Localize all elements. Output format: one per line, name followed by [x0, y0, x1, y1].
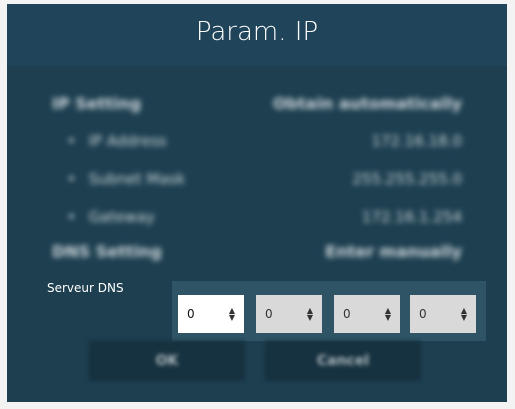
- ip-setting-label: IP Setting: [52, 93, 142, 113]
- dns-server-label: Serveur DNS: [47, 281, 124, 295]
- subnet-mask-label: Subnet Mask: [52, 170, 186, 188]
- up-down-arrows-icon: ▲ ▼: [384, 306, 391, 322]
- dialog-title: Param. IP: [7, 4, 507, 66]
- up-down-arrows-icon: ▲ ▼: [306, 306, 313, 322]
- gateway-label: Gateway: [52, 208, 155, 226]
- dns-octet-2-value: 0: [265, 307, 273, 321]
- dns-setting-value: Enter manually: [325, 241, 462, 261]
- ip-settings-dialog: Param. IP IP Setting Obtain automaticall…: [7, 4, 507, 402]
- ip-address-label: IP Address: [52, 132, 167, 150]
- dns-octet-4-stepper[interactable]: 0 ▲ ▼: [410, 295, 476, 333]
- dns-server-input-group: 0 ▲ ▼ 0 ▲ ▼ 0 ▲ ▼ 0 ▲ ▼: [172, 281, 486, 341]
- subnet-mask-row: Subnet Mask 255.255.255.0: [52, 166, 462, 192]
- ip-setting-value: Obtain automatically: [272, 93, 462, 113]
- dns-octet-1-value: 0: [187, 307, 195, 321]
- dns-octet-2-stepper[interactable]: 0 ▲ ▼: [256, 295, 322, 333]
- gateway-row: Gateway 172.16.1.254: [52, 204, 462, 230]
- dns-octet-3-stepper[interactable]: 0 ▲ ▼: [334, 295, 400, 333]
- ip-address-row: IP Address 172.16.18.0: [52, 128, 462, 154]
- ok-button[interactable]: OK: [89, 341, 245, 381]
- dns-octet-4-value: 0: [419, 307, 427, 321]
- ip-address-value: 172.16.18.0: [371, 132, 462, 150]
- dns-setting-row: DNS Setting Enter manually: [52, 238, 462, 264]
- dns-setting-label: DNS Setting: [52, 241, 162, 261]
- ip-settings-list: IP Setting Obtain automatically IP Addre…: [7, 66, 507, 276]
- up-down-arrows-icon: ▲ ▼: [228, 306, 235, 322]
- dns-octet-3-value: 0: [343, 307, 351, 321]
- gateway-value: 172.16.1.254: [361, 208, 462, 226]
- cancel-button[interactable]: Cancel: [265, 341, 421, 381]
- dns-octet-1-stepper[interactable]: 0 ▲ ▼: [178, 295, 244, 333]
- subnet-mask-value: 255.255.255.0: [352, 170, 462, 188]
- ip-setting-row: IP Setting Obtain automatically: [52, 90, 462, 116]
- up-down-arrows-icon: ▲ ▼: [460, 306, 467, 322]
